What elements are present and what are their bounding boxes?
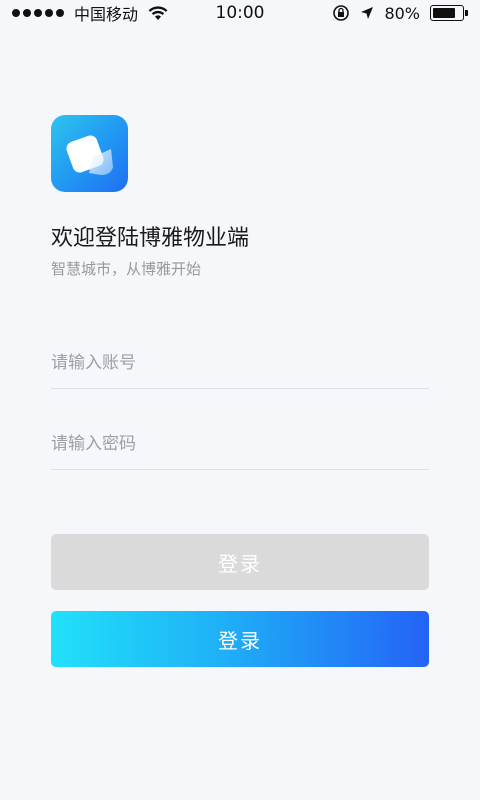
account-input[interactable] (51, 329, 429, 388)
battery-icon (430, 5, 468, 21)
login-button-disabled[interactable]: 登录 (51, 534, 429, 590)
battery-percent: 80% (384, 3, 420, 23)
password-input[interactable] (51, 410, 429, 469)
welcome-title: 欢迎登陆博雅物业端 (51, 226, 250, 251)
status-bar-right: 80% (332, 4, 468, 23)
app-logo-icon (51, 115, 128, 192)
account-field-container (51, 329, 429, 389)
status-bar-left: 中国移动 (12, 1, 168, 25)
carrier-label: 中国移动 (74, 5, 139, 24)
password-field-container (51, 410, 429, 470)
battery-fill (433, 8, 456, 18)
signal-dots-icon (12, 9, 64, 17)
status-bar: 中国移动 10:00 80% (0, 0, 480, 26)
wifi-icon (148, 5, 168, 21)
welcome-subtitle: 智慧城市，从博雅开始 (51, 260, 202, 278)
login-button[interactable]: 登录 (51, 611, 429, 667)
location-arrow-icon (360, 6, 374, 20)
lock-rotation-icon (332, 4, 350, 22)
status-time: 10:00 (215, 3, 265, 23)
